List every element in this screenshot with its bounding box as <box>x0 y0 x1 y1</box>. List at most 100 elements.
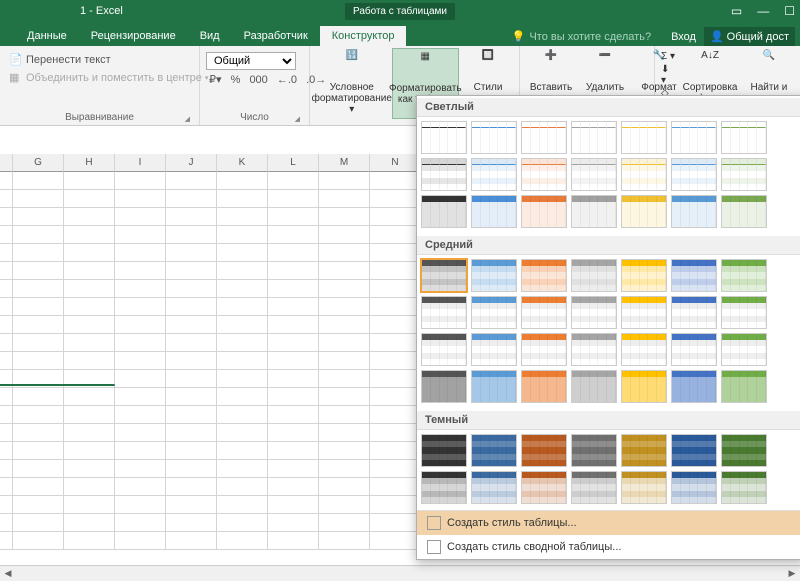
new-pivot-style-item[interactable]: Создать стиль сводной таблицы... <box>417 535 800 559</box>
cell[interactable] <box>166 172 217 190</box>
cell[interactable] <box>166 244 217 262</box>
cell[interactable] <box>166 442 217 460</box>
cell[interactable] <box>370 172 421 190</box>
ribbon-options-icon[interactable]: ▭ <box>731 4 742 18</box>
cell[interactable] <box>13 442 64 460</box>
cell[interactable] <box>115 460 166 478</box>
cell[interactable] <box>268 514 319 532</box>
cell[interactable] <box>115 334 166 352</box>
cell[interactable] <box>0 388 13 406</box>
table-style-swatch[interactable] <box>521 259 567 292</box>
cell[interactable] <box>115 352 166 370</box>
cell[interactable] <box>13 496 64 514</box>
table-style-swatch[interactable] <box>421 259 467 292</box>
table-style-swatch[interactable] <box>621 434 667 467</box>
cell[interactable] <box>166 514 217 532</box>
cell[interactable] <box>217 532 268 550</box>
increase-decimal-icon[interactable]: ←.0 <box>277 74 297 86</box>
cell[interactable] <box>217 262 268 280</box>
table-style-swatch[interactable] <box>621 158 667 191</box>
table-style-swatch[interactable] <box>621 259 667 292</box>
cell[interactable] <box>217 496 268 514</box>
cell[interactable] <box>319 226 370 244</box>
table-style-swatch[interactable] <box>421 370 467 403</box>
cell[interactable] <box>166 388 217 406</box>
table-style-swatch[interactable] <box>421 333 467 366</box>
cell[interactable] <box>319 334 370 352</box>
cell[interactable] <box>13 334 64 352</box>
cell[interactable] <box>166 190 217 208</box>
cell[interactable] <box>0 244 13 262</box>
cell[interactable] <box>64 352 115 370</box>
cell[interactable] <box>115 316 166 334</box>
cell[interactable] <box>217 226 268 244</box>
table-style-swatch[interactable] <box>721 259 767 292</box>
table-style-swatch[interactable] <box>571 296 617 329</box>
cell[interactable] <box>268 190 319 208</box>
table-style-swatch[interactable] <box>721 370 767 403</box>
table-style-swatch[interactable] <box>671 333 717 366</box>
cell[interactable] <box>319 316 370 334</box>
table-style-swatch[interactable] <box>521 121 567 154</box>
table-style-swatch[interactable] <box>421 434 467 467</box>
share-button[interactable]: 👤 Общий дост <box>704 27 795 46</box>
cell[interactable] <box>319 496 370 514</box>
table-style-swatch[interactable] <box>621 195 667 228</box>
table-style-swatch[interactable] <box>671 158 717 191</box>
cell[interactable] <box>115 208 166 226</box>
tab-design[interactable]: Конструктор <box>320 26 407 46</box>
column-header[interactable]: G <box>13 154 64 172</box>
cell[interactable] <box>13 460 64 478</box>
cell[interactable] <box>115 478 166 496</box>
cell[interactable] <box>64 406 115 424</box>
cell[interactable] <box>370 298 421 316</box>
cell[interactable] <box>115 442 166 460</box>
cell[interactable] <box>268 226 319 244</box>
cell[interactable] <box>115 496 166 514</box>
table-style-swatch[interactable] <box>521 434 567 467</box>
cell[interactable] <box>166 316 217 334</box>
cell[interactable] <box>319 280 370 298</box>
cell[interactable] <box>370 478 421 496</box>
table-style-swatch[interactable] <box>421 471 467 504</box>
cell[interactable] <box>268 460 319 478</box>
cell[interactable] <box>115 388 166 406</box>
cell[interactable] <box>13 352 64 370</box>
cell[interactable] <box>217 208 268 226</box>
cell[interactable] <box>319 388 370 406</box>
horizontal-scrollbar[interactable]: ◀ ▶ <box>0 565 800 581</box>
table-style-swatch[interactable] <box>471 434 517 467</box>
table-style-swatch[interactable] <box>571 259 617 292</box>
cell[interactable] <box>64 190 115 208</box>
cell[interactable] <box>217 442 268 460</box>
cell[interactable] <box>64 460 115 478</box>
table-style-swatch[interactable] <box>721 434 767 467</box>
cell[interactable] <box>0 226 13 244</box>
table-style-swatch[interactable] <box>571 333 617 366</box>
cell[interactable] <box>13 244 64 262</box>
cell[interactable] <box>0 514 13 532</box>
cell[interactable] <box>268 316 319 334</box>
table-style-swatch[interactable] <box>571 434 617 467</box>
cell[interactable] <box>370 244 421 262</box>
cell[interactable] <box>319 478 370 496</box>
cell[interactable] <box>370 406 421 424</box>
table-style-swatch[interactable] <box>621 121 667 154</box>
cell[interactable] <box>0 298 13 316</box>
cell[interactable] <box>370 352 421 370</box>
table-style-swatch[interactable] <box>471 471 517 504</box>
cell[interactable] <box>268 406 319 424</box>
cell[interactable] <box>13 280 64 298</box>
table-style-swatch[interactable] <box>571 471 617 504</box>
cell[interactable] <box>64 226 115 244</box>
cell[interactable] <box>64 316 115 334</box>
cell[interactable] <box>64 496 115 514</box>
table-style-swatch[interactable] <box>421 296 467 329</box>
column-header[interactable]: J <box>166 154 217 172</box>
cell[interactable] <box>370 334 421 352</box>
cell[interactable] <box>13 406 64 424</box>
table-style-swatch[interactable] <box>721 333 767 366</box>
cell[interactable] <box>319 352 370 370</box>
tab-developer[interactable]: Разработчик <box>232 26 320 46</box>
cell[interactable] <box>13 226 64 244</box>
